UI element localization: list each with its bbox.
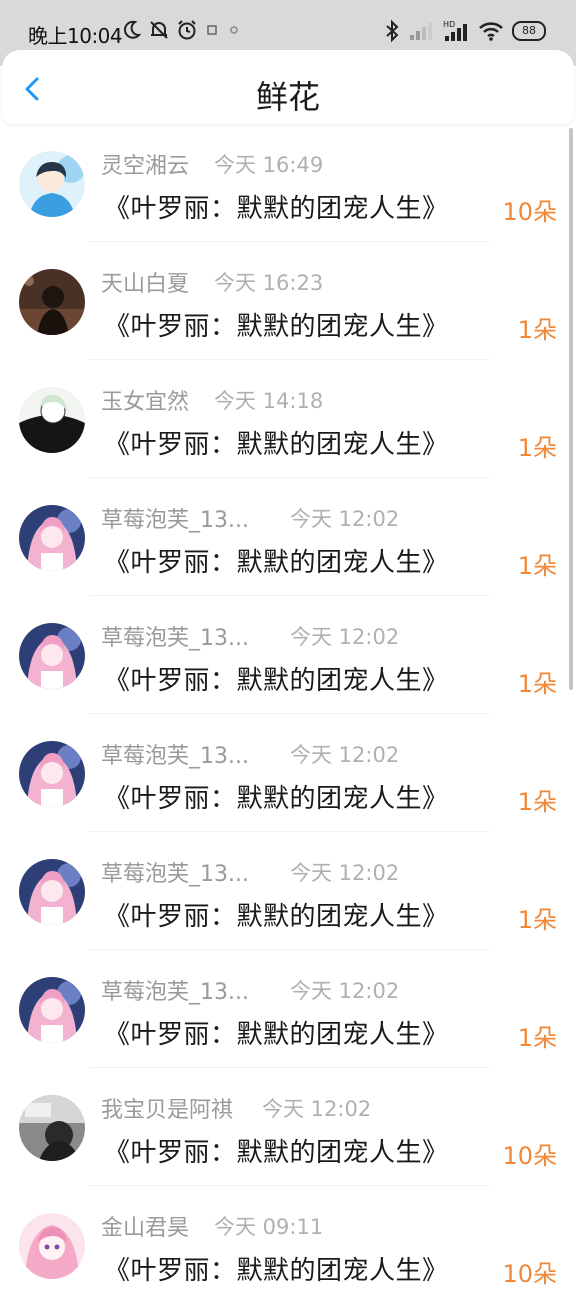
nav-bar: 鲜花 bbox=[2, 50, 574, 124]
avatar[interactable] bbox=[19, 387, 85, 453]
avatar[interactable] bbox=[19, 859, 85, 925]
avatar[interactable] bbox=[19, 623, 85, 689]
avatar[interactable] bbox=[19, 741, 85, 807]
book-title[interactable]: 《叶罗丽：默默的团宠人生》 bbox=[104, 660, 449, 697]
username[interactable]: 草莓泡芙_13... bbox=[101, 738, 249, 770]
list-item[interactable]: 玉女宜然 今天 14:18 《叶罗丽：默默的团宠人生》 1朵 bbox=[0, 360, 576, 478]
notification-small-icon bbox=[207, 25, 217, 35]
username[interactable]: 天山白夏 bbox=[101, 266, 189, 298]
list-item[interactable]: 灵空湘云 今天 16:49 《叶罗丽：默默的团宠人生》 10朵 bbox=[0, 124, 576, 242]
flower-count: 1朵 bbox=[517, 552, 557, 580]
list-item[interactable]: 草莓泡芙_13... 今天 12:02 《叶罗丽：默默的团宠人生》 1朵 bbox=[0, 832, 576, 950]
book-title[interactable]: 《叶罗丽：默默的团宠人生》 bbox=[104, 1132, 449, 1169]
timestamp: 今天 12:02 bbox=[290, 743, 400, 767]
flower-list: 灵空湘云 今天 16:49 《叶罗丽：默默的团宠人生》 10朵 天山白夏 今天 … bbox=[0, 124, 576, 1304]
username[interactable]: 我宝贝是阿祺 bbox=[101, 1092, 233, 1124]
flower-count: 1朵 bbox=[517, 316, 557, 344]
bluetooth-icon bbox=[386, 19, 399, 43]
alarm-icon bbox=[178, 20, 196, 40]
avatar[interactable] bbox=[19, 505, 85, 571]
signal-hd-icon: HD bbox=[443, 20, 467, 41]
avatar[interactable] bbox=[19, 269, 85, 335]
username[interactable]: 草莓泡芙_13... bbox=[101, 502, 249, 534]
timestamp: 今天 16:49 bbox=[214, 153, 324, 177]
timestamp: 今天 12:02 bbox=[290, 625, 400, 649]
svg-text:HD: HD bbox=[443, 20, 455, 29]
timestamp: 今天 14:18 bbox=[214, 389, 324, 413]
flower-count: 1朵 bbox=[517, 1024, 557, 1052]
page-title: 鲜花 bbox=[255, 78, 320, 116]
timestamp: 今天 16:23 bbox=[214, 271, 324, 295]
battery-icon: 88 bbox=[512, 21, 546, 41]
wifi-icon bbox=[479, 22, 503, 41]
list-item[interactable]: 天山白夏 今天 16:23 《叶罗丽：默默的团宠人生》 1朵 bbox=[0, 242, 576, 360]
book-title[interactable]: 《叶罗丽：默默的团宠人生》 bbox=[104, 306, 449, 343]
username[interactable]: 金山君昊 bbox=[101, 1210, 189, 1242]
flower-count: 1朵 bbox=[517, 788, 557, 816]
flower-count: 10朵 bbox=[502, 198, 557, 226]
book-title[interactable]: 《叶罗丽：默默的团宠人生》 bbox=[104, 1250, 449, 1287]
book-title[interactable]: 《叶罗丽：默默的团宠人生》 bbox=[104, 778, 449, 815]
book-title[interactable]: 《叶罗丽：默默的团宠人生》 bbox=[104, 188, 449, 225]
timestamp: 今天 12:02 bbox=[290, 979, 400, 1003]
book-title[interactable]: 《叶罗丽：默默的团宠人生》 bbox=[104, 424, 449, 461]
notification-small-icon bbox=[230, 26, 238, 34]
flower-count: 1朵 bbox=[517, 906, 557, 934]
timestamp: 今天 12:02 bbox=[290, 861, 400, 885]
timestamp: 今天 12:02 bbox=[262, 1097, 372, 1121]
list-item[interactable]: 我宝贝是阿祺 今天 12:02 《叶罗丽：默默的团宠人生》 10朵 bbox=[0, 1068, 576, 1186]
bell-off-icon bbox=[150, 21, 168, 39]
flower-count: 10朵 bbox=[502, 1260, 557, 1288]
username[interactable]: 草莓泡芙_13... bbox=[101, 856, 249, 888]
avatar[interactable] bbox=[19, 977, 85, 1043]
avatar[interactable] bbox=[19, 1095, 85, 1161]
status-time: 晚上10:04 bbox=[28, 24, 123, 48]
book-title[interactable]: 《叶罗丽：默默的团宠人生》 bbox=[104, 542, 449, 579]
status-left-icons bbox=[122, 19, 242, 41]
list-item[interactable]: 草莓泡芙_13... 今天 12:02 《叶罗丽：默默的团宠人生》 1朵 bbox=[0, 596, 576, 714]
timestamp: 今天 09:11 bbox=[214, 1215, 324, 1239]
book-title[interactable]: 《叶罗丽：默默的团宠人生》 bbox=[104, 1014, 449, 1051]
avatar[interactable] bbox=[19, 151, 85, 217]
avatar[interactable] bbox=[19, 1213, 85, 1279]
username[interactable]: 灵空湘云 bbox=[101, 148, 189, 180]
list-item[interactable]: 金山君昊 今天 09:11 《叶罗丽：默默的团宠人生》 10朵 bbox=[0, 1186, 576, 1304]
timestamp: 今天 12:02 bbox=[290, 507, 400, 531]
list-item[interactable]: 草莓泡芙_13... 今天 12:02 《叶罗丽：默默的团宠人生》 1朵 bbox=[0, 950, 576, 1068]
flower-count: 10朵 bbox=[502, 1142, 557, 1170]
signal-weak-icon bbox=[410, 23, 432, 40]
status-right-icons: HD 88 bbox=[384, 19, 546, 43]
list-item[interactable]: 草莓泡芙_13... 今天 12:02 《叶罗丽：默默的团宠人生》 1朵 bbox=[0, 714, 576, 832]
list-item[interactable]: 草莓泡芙_13... 今天 12:02 《叶罗丽：默默的团宠人生》 1朵 bbox=[0, 478, 576, 596]
book-title[interactable]: 《叶罗丽：默默的团宠人生》 bbox=[104, 896, 449, 933]
username[interactable]: 玉女宜然 bbox=[101, 384, 189, 416]
moon-icon bbox=[124, 20, 142, 39]
flower-count: 1朵 bbox=[517, 434, 557, 462]
flower-count: 1朵 bbox=[517, 670, 557, 698]
username[interactable]: 草莓泡芙_13... bbox=[101, 974, 249, 1006]
username[interactable]: 草莓泡芙_13... bbox=[101, 620, 249, 652]
